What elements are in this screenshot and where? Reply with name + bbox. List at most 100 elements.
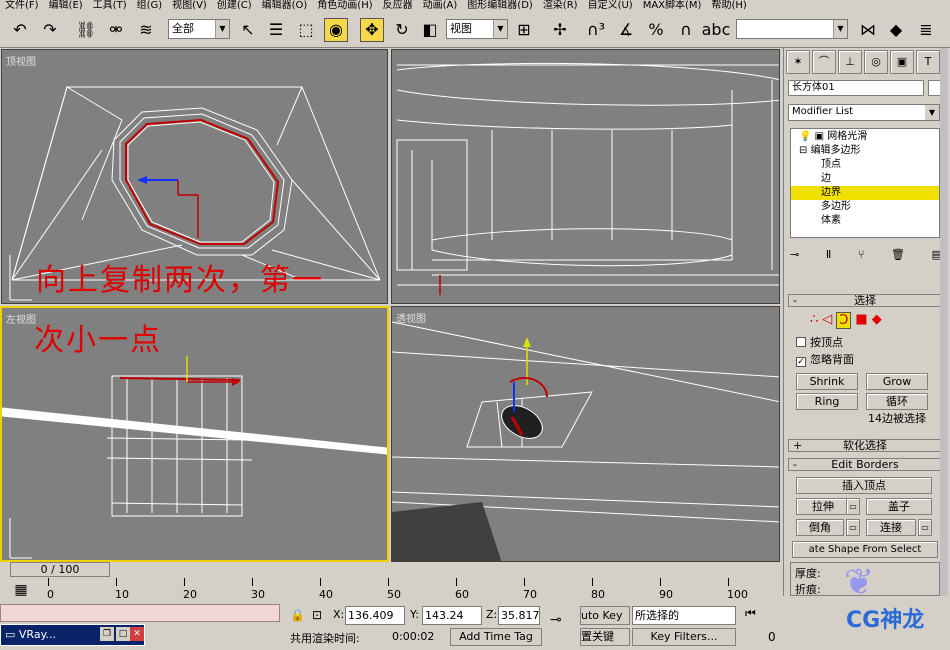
menu-item-7[interactable]: 角色动画(H)	[312, 0, 377, 12]
connect-button[interactable]: 连接	[866, 519, 916, 536]
viewport-left[interactable]: 左视图 次小一点	[0, 306, 389, 562]
track-bar[interactable]: ▦ 0 10 20 30 40 50 60 70 80 90 100	[0, 578, 783, 604]
vertex-mode-icon[interactable]: ∴	[810, 312, 818, 329]
named-selection-dropdown[interactable]: ▼	[736, 19, 848, 39]
polygon-mode-icon[interactable]: ■	[855, 312, 867, 329]
percent-snap-icon[interactable]: %	[644, 18, 668, 42]
hierarchy-tab-icon[interactable]: ⊥	[838, 50, 862, 74]
menu-item-12[interactable]: 自定义(U)	[583, 0, 638, 12]
menu-item-8[interactable]: 反应器	[378, 0, 418, 12]
snap-3d-icon[interactable]: ∩³	[584, 18, 608, 42]
move-icon[interactable]: ✥	[360, 18, 384, 42]
viewport-top[interactable]: 顶视图 向上复制两次，第一	[1, 49, 388, 304]
soft-selection-rollout-header[interactable]: + 软化选择	[788, 439, 942, 452]
cap-button[interactable]: 盖子	[866, 498, 932, 515]
stack-item-border[interactable]: 边界	[791, 186, 939, 200]
border-mode-icon[interactable]: Ɔ	[836, 312, 852, 329]
pivot-icon[interactable]: ⊞	[512, 18, 536, 42]
lock-selection-icon[interactable]: 🔒	[290, 608, 305, 622]
stack-item-vertex[interactable]: 顶点	[791, 158, 939, 172]
modify-tab-icon[interactable]: ⌒	[812, 50, 836, 74]
ring-button[interactable]: Ring	[796, 393, 858, 410]
create-shape-button[interactable]: ate Shape From Select	[792, 541, 938, 558]
shrink-button[interactable]: Shrink	[796, 373, 858, 390]
extrude-settings-button[interactable]: ▭	[846, 498, 860, 515]
insert-vertex-button[interactable]: 插入顶点	[796, 477, 932, 494]
edge-mode-icon[interactable]: ◁	[822, 312, 832, 329]
selection-rollout-header[interactable]: - 选择	[788, 294, 942, 307]
select-manipulate-icon[interactable]: ✢	[548, 18, 572, 42]
modifier-list-dropdown[interactable]: Modifier List ▼	[788, 104, 940, 121]
motion-tab-icon[interactable]: ◎	[864, 50, 888, 74]
create-tab-icon[interactable]: ✶	[786, 50, 810, 74]
menu-item-4[interactable]: 视图(V)	[167, 0, 212, 12]
set-key-button[interactable]: 置关键	[580, 628, 630, 646]
absolute-mode-icon[interactable]: ⊡	[312, 608, 322, 622]
loop-button[interactable]: 循环	[866, 393, 928, 410]
remove-modifier-icon[interactable]: 🗑	[891, 248, 905, 268]
menu-item-9[interactable]: 动画(A)	[418, 0, 463, 12]
stack-item-element[interactable]: 体素	[791, 214, 939, 228]
redo-icon[interactable]: ↷	[38, 18, 62, 42]
display-tab-icon[interactable]: ▣	[890, 50, 914, 74]
restore-icon[interactable]: ❐	[100, 627, 114, 641]
by-vertex-checkbox[interactable]: 按顶点	[796, 336, 843, 349]
stack-item-edge[interactable]: 边	[791, 172, 939, 186]
menu-item-11[interactable]: 渲染(R)	[538, 0, 583, 12]
rotate-icon[interactable]: ↻	[390, 18, 414, 42]
menu-item-0[interactable]: 文件(F)	[0, 0, 44, 12]
selection-filter-dropdown[interactable]: 全部 ▼	[168, 19, 230, 39]
add-time-tag-button[interactable]: Add Time Tag	[450, 628, 542, 646]
current-frame-field[interactable]: 0	[768, 630, 776, 644]
ignore-backfacing-checkbox[interactable]: ✓ 忽略背面	[796, 353, 854, 367]
rect-region-icon[interactable]: ⬚	[294, 18, 318, 42]
viewport-perspective[interactable]: 透视图	[391, 306, 780, 562]
menu-item-1[interactable]: 编辑(E)	[44, 0, 88, 12]
taskbar-vray-window[interactable]: ▭ VRay... ❐ □ ✕	[0, 624, 145, 646]
object-name-field[interactable]: 长方体01	[788, 80, 924, 96]
menu-item-13[interactable]: MAX脚本(M)	[638, 0, 707, 12]
time-slider-thumb[interactable]: 0 / 100	[10, 562, 110, 577]
chamfer-settings-button[interactable]: ▭	[846, 519, 860, 536]
extrude-button[interactable]: 拉伸	[796, 498, 850, 515]
stack-item-edit-poly[interactable]: ⊟ 编辑多边形	[791, 144, 939, 158]
undo-icon[interactable]: ↶	[8, 18, 32, 42]
command-panel-scrollbar[interactable]	[940, 48, 948, 596]
angle-snap-icon[interactable]: ∡	[614, 18, 638, 42]
menu-item-3[interactable]: 组(G)	[132, 0, 168, 12]
time-slider[interactable]: 0 / 100	[0, 562, 783, 578]
chamfer-button[interactable]: 倒角	[796, 519, 844, 536]
align-icon[interactable]: ◆	[884, 18, 908, 42]
edit-borders-rollout-header[interactable]: - Edit Borders	[788, 458, 942, 471]
select-by-name-icon[interactable]: ☰	[264, 18, 288, 42]
menu-item-2[interactable]: 工具(T)	[88, 0, 132, 12]
make-unique-icon[interactable]: ⑂	[858, 248, 865, 268]
menu-item-6[interactable]: 编辑器(O)	[257, 0, 313, 12]
select-arrow-icon[interactable]: ↖	[236, 18, 260, 42]
menu-item-5[interactable]: 创建(C)	[212, 0, 257, 12]
stack-item-polygon[interactable]: 多边形	[791, 200, 939, 214]
z-coordinate-field[interactable]: 35.817	[498, 606, 540, 625]
menu-item-14[interactable]: 帮助(H)	[706, 0, 751, 12]
key-filters-button[interactable]: Key Filters...	[632, 628, 736, 646]
connect-settings-button[interactable]: ▭	[918, 519, 932, 536]
maximize-icon[interactable]: □	[116, 627, 130, 641]
utilities-tab-icon[interactable]: T	[916, 50, 940, 74]
auto-key-button[interactable]: uto Key	[580, 606, 630, 625]
element-mode-icon[interactable]: ◆	[872, 312, 882, 329]
mirror-icon[interactable]: ⋈	[856, 18, 880, 42]
pin-stack-icon[interactable]: ⊸	[790, 248, 799, 268]
unlink-icon[interactable]: ⚮	[104, 18, 128, 42]
show-end-result-icon[interactable]: Ⅱ	[826, 248, 831, 268]
close-icon[interactable]: ✕	[130, 627, 144, 641]
viewport-front[interactable]	[391, 49, 780, 304]
selected-dropdown[interactable]: 所选择的	[632, 606, 736, 625]
x-coordinate-field[interactable]: 136.409	[345, 606, 405, 625]
goto-start-icon[interactable]: ⏮	[745, 606, 756, 621]
stack-item-meshsmooth[interactable]: 💡 ▣ 网格光滑	[791, 130, 939, 144]
y-coordinate-field[interactable]: 143.24	[422, 606, 482, 625]
maxscript-listener[interactable]	[0, 604, 280, 622]
spinner-snap-icon[interactable]: ∩	[674, 18, 698, 42]
layers-icon[interactable]: ≣	[914, 18, 938, 42]
key-mode-icon[interactable]: ⊸	[550, 612, 562, 628]
